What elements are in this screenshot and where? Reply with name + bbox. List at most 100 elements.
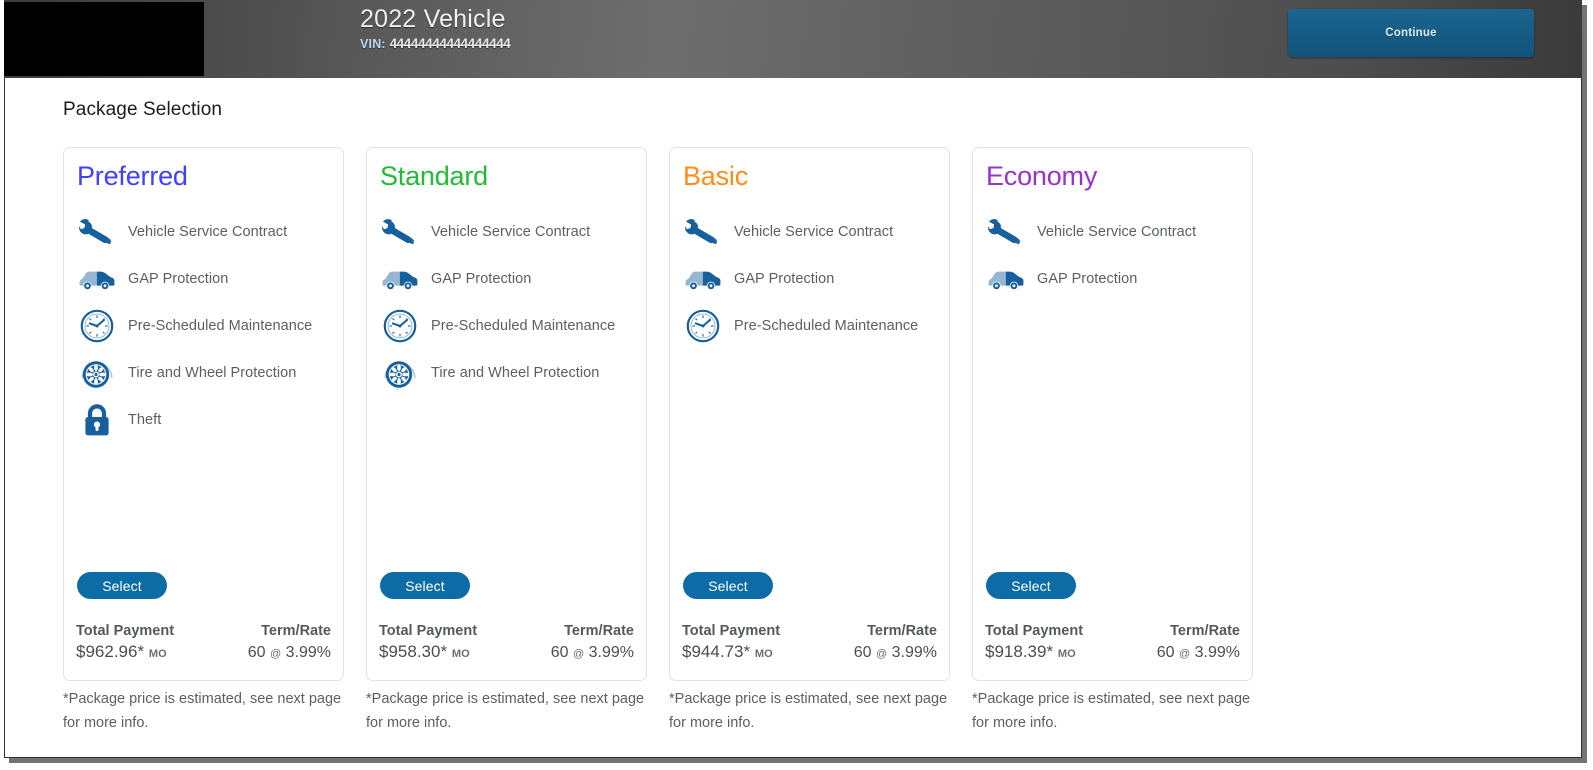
payment-period: MO [1057,648,1076,660]
price-value-row: $944.73* MO 60 @ 3.99% [682,642,937,662]
at-symbol: @ [876,648,888,660]
feature-label: GAP Protection [1037,270,1138,287]
package-card-list: Preferred Vehicle Service Contract GAP P… [63,147,1323,731]
vin-value: 44444444444444444 [389,36,511,51]
total-payment-label: Total Payment [379,623,478,639]
package-title: Preferred [77,161,188,191]
price-block: Total Payment Term/Rate $918.39* MO 60 @ 3.… [985,623,1240,662]
vehicle-year: 2022 [360,5,417,33]
price-header-row: Total Payment Term/Rate [682,623,937,639]
feature-list: Vehicle Service Contract GAP Protection [986,208,1242,302]
clock-icon [77,306,117,346]
dealer-logo [4,2,204,76]
feature-label: Tire and Wheel Protection [431,364,600,381]
at-symbol: @ [270,648,282,660]
clock-icon [380,306,420,346]
price-footnote: *Package price is estimated, see next pa… [366,691,645,731]
select-package-button[interactable]: Select [380,572,470,599]
feature-list: Vehicle Service Contract GAP Protection [77,208,333,443]
feature-row: GAP Protection [683,255,939,302]
feature-row: Pre-Scheduled Maintenance [380,302,636,349]
payment-amount: $958.30* [379,642,448,661]
feature-label: Vehicle Service Contract [734,223,894,240]
feature-row: GAP Protection [77,255,333,302]
continue-button[interactable]: Continue [1288,9,1534,57]
wrench-icon [986,212,1026,252]
package-title: Economy [986,161,1098,191]
package-title: Basic [683,161,749,191]
feature-row: Pre-Scheduled Maintenance [77,302,333,349]
vin-label: VIN: [360,37,386,51]
package-column: Preferred Vehicle Service Contract GAP P… [63,147,344,731]
feature-row: GAP Protection [986,255,1242,302]
feature-label: Pre-Scheduled Maintenance [128,317,313,334]
term-rate-value: 60 @ 3.99% [854,644,937,662]
feature-label: Vehicle Service Contract [431,223,591,240]
term-months: 60 [1156,644,1175,661]
package-card[interactable]: Standard Vehicle Service Contract GAP Pr… [366,147,647,681]
feature-row: Vehicle Service Contract [683,208,939,255]
feature-row: Tire and Wheel Protection [380,349,636,396]
feature-label: GAP Protection [431,270,532,287]
payment-period: MO [451,648,470,660]
feature-row: Vehicle Service Contract [986,208,1242,255]
term-months: 60 [550,644,569,661]
price-block: Total Payment Term/Rate $958.30* MO 60 @ 3.… [379,623,634,662]
wrench-icon [77,212,117,252]
package-card[interactable]: Economy Vehicle Service Contract GAP Pro… [972,147,1253,681]
feature-label: GAP Protection [734,270,835,287]
term-rate-label: Term/Rate [1170,623,1240,639]
payment-period: MO [754,648,773,660]
car-icon [380,259,420,299]
price-header-row: Total Payment Term/Rate [985,623,1240,639]
app-header: 2022 Vehicle VIN: 44444444444444444 Cont… [4,0,1582,78]
vehicle-name: Vehicle [423,5,506,33]
clock-icon [683,306,723,346]
price-value-row: $958.30* MO 60 @ 3.99% [379,642,634,662]
car-icon [986,259,1026,299]
select-package-button[interactable]: Select [77,572,167,599]
price-value-row: $962.96* MO 60 @ 3.99% [76,642,331,662]
feature-label: Tire and Wheel Protection [128,364,297,381]
wrench-icon [683,212,723,252]
vehicle-title: 2022 Vehicle [360,5,880,34]
term-months: 60 [853,644,872,661]
feature-label: Theft [128,411,162,428]
feature-row: Tire and Wheel Protection [77,349,333,396]
package-card[interactable]: Preferred Vehicle Service Contract GAP P… [63,147,344,681]
at-symbol: @ [573,648,585,660]
select-package-button[interactable]: Select [986,572,1076,599]
payment-period: MO [148,648,167,660]
total-payment-label: Total Payment [985,623,1084,639]
total-payment-value: $918.39* MO [985,642,1076,662]
total-payment-value: $958.30* MO [379,642,470,662]
select-package-button[interactable]: Select [683,572,773,599]
price-footnote: *Package price is estimated, see next pa… [972,691,1251,731]
term-rate-value: 60 @ 3.99% [248,644,331,662]
page-title: Package Selection [63,99,223,120]
tire-wheel-icon [380,353,420,393]
price-header-row: Total Payment Term/Rate [379,623,634,639]
feature-list: Vehicle Service Contract GAP Protection [683,208,939,349]
tire-wheel-icon [77,353,117,393]
feature-label: Pre-Scheduled Maintenance [431,317,616,334]
total-payment-label: Total Payment [76,623,175,639]
price-header-row: Total Payment Term/Rate [76,623,331,639]
lock-icon [77,400,117,440]
feature-label: Vehicle Service Contract [1037,223,1197,240]
feature-row: GAP Protection [380,255,636,302]
feature-row: Vehicle Service Contract [77,208,333,255]
price-block: Total Payment Term/Rate $962.96* MO 60 @ 3.… [76,623,331,662]
wrench-icon [380,212,420,252]
price-value-row: $918.39* MO 60 @ 3.99% [985,642,1240,662]
package-card[interactable]: Basic Vehicle Service Contract GAP Prote… [669,147,950,681]
interest-rate: 3.99% [1194,644,1240,661]
feature-row: Vehicle Service Contract [380,208,636,255]
feature-label: Pre-Scheduled Maintenance [734,317,919,334]
price-block: Total Payment Term/Rate $944.73* MO 60 @ 3.… [682,623,937,662]
total-payment-label: Total Payment [682,623,781,639]
package-column: Economy Vehicle Service Contract GAP Pro… [972,147,1253,731]
application-frame: 2022 Vehicle VIN: 44444444444444444 Cont… [0,0,1593,770]
at-symbol: @ [1179,648,1191,660]
package-title: Standard [380,161,488,191]
